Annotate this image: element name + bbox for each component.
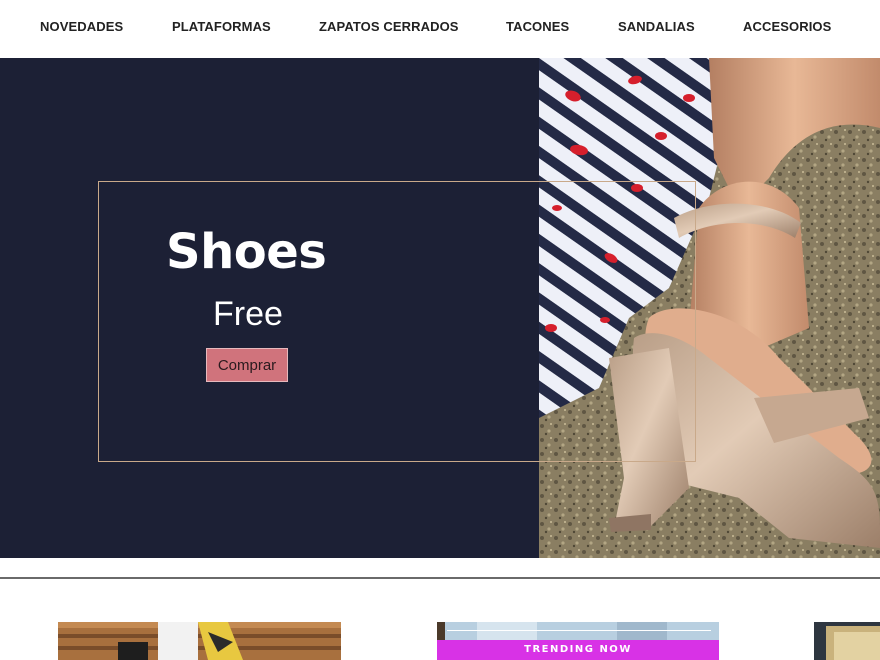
- product-card-1-image: [58, 622, 341, 660]
- hero-title: Shoes: [166, 224, 327, 280]
- hero-subtitle: Free: [213, 295, 283, 333]
- comprar-button[interactable]: Comprar: [206, 348, 288, 382]
- trending-now-label: TRENDING NOW: [437, 640, 719, 660]
- section-divider: [0, 577, 880, 579]
- hero-banner: Shoes Free Comprar: [0, 58, 880, 558]
- product-card-3[interactable]: [814, 622, 880, 660]
- product-card-1[interactable]: [58, 622, 341, 660]
- nav-item-tacones[interactable]: TACONES: [506, 19, 569, 37]
- nav-item-zapatos-cerrados[interactable]: ZAPATOS CERRADOS: [319, 19, 459, 37]
- hero-shoe-photo: [539, 58, 880, 558]
- nav-item-plataformas[interactable]: PLATAFORMAS: [172, 19, 271, 37]
- product-card-3-image: [814, 622, 880, 660]
- nav-item-sandalias[interactable]: SANDALIAS: [618, 19, 695, 37]
- nav-item-novedades[interactable]: NOVEDADES: [40, 19, 123, 37]
- product-card-2[interactable]: TRENDING NOW: [437, 622, 719, 660]
- main-nav: NOVEDADES PLATAFORMAS ZAPATOS CERRADOS T…: [0, 0, 880, 58]
- nav-item-accesorios[interactable]: ACCESORIOS: [743, 19, 831, 37]
